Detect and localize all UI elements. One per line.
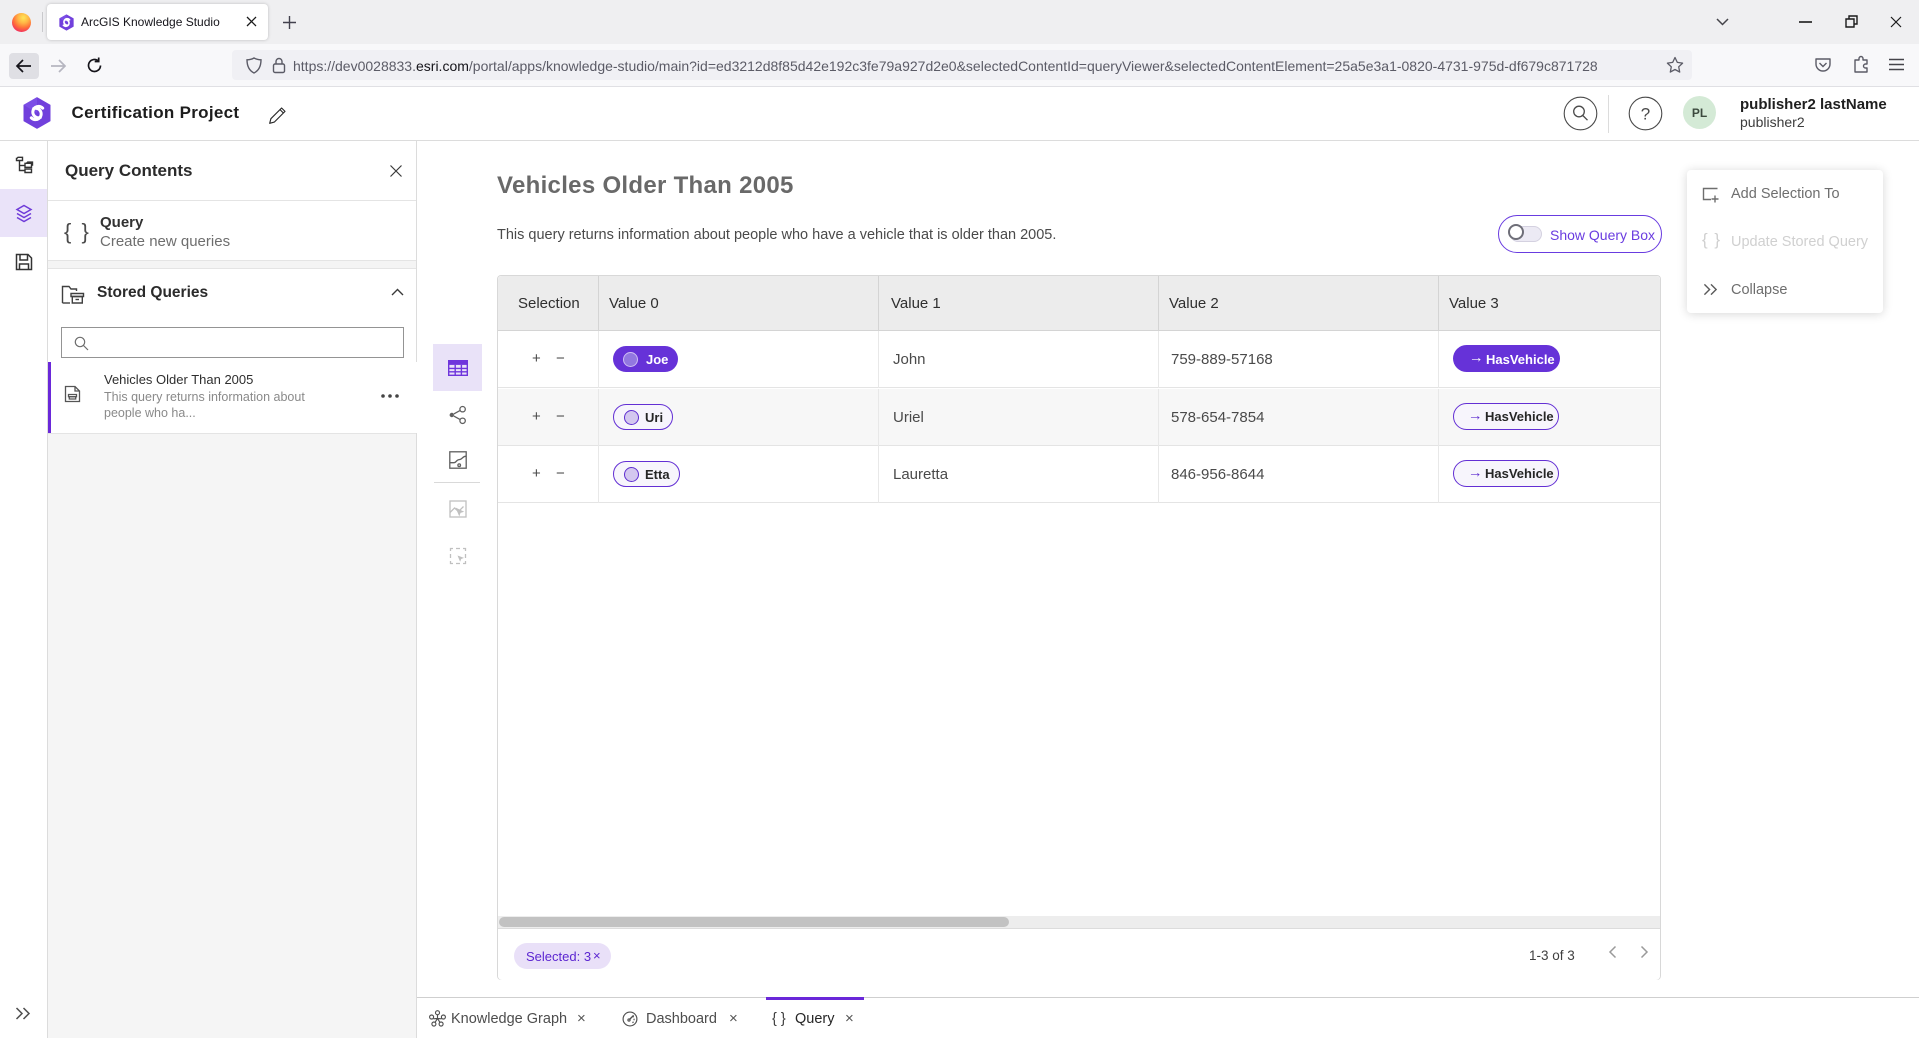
svg-text:?: ?	[1641, 105, 1650, 124]
